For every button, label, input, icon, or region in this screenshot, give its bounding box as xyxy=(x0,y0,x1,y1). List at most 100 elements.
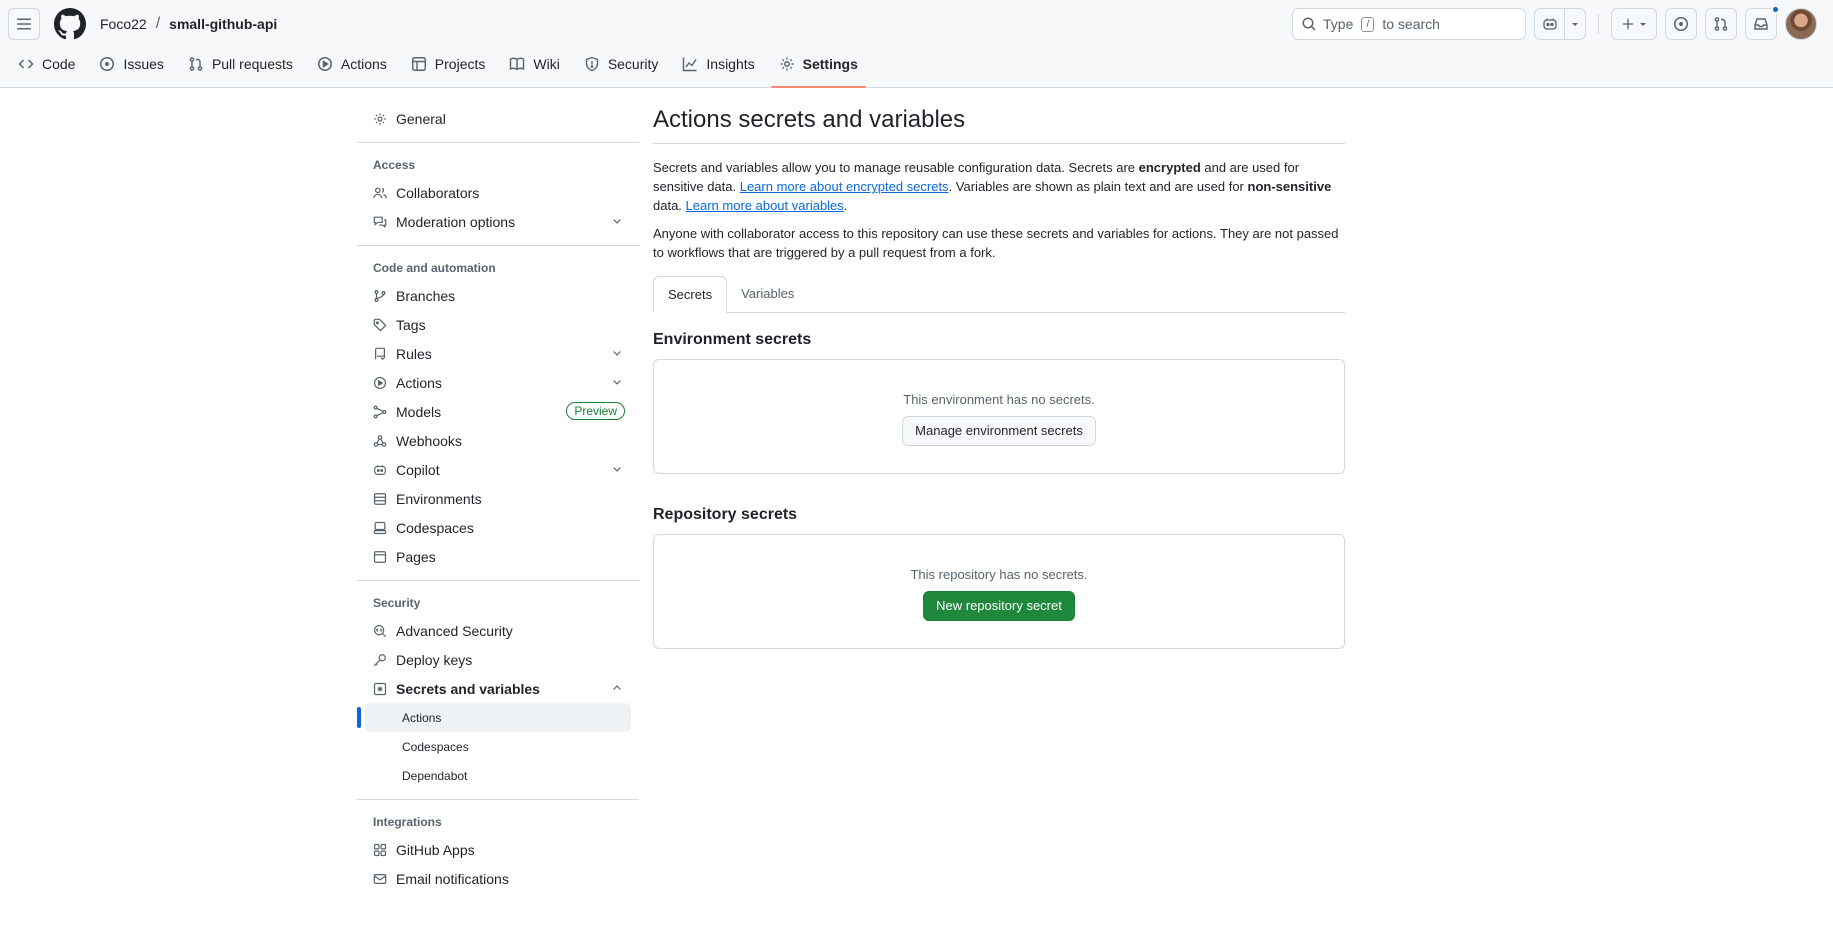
tag-icon xyxy=(373,318,387,332)
tab-issues[interactable]: Issues xyxy=(91,48,171,80)
triangle-down-icon xyxy=(1572,23,1578,26)
tab-settings[interactable]: Settings xyxy=(770,48,867,88)
chevron-up-icon xyxy=(613,685,621,690)
chevron-down-icon xyxy=(613,219,621,224)
git-branch-icon xyxy=(374,289,386,302)
tab-security[interactable]: Security xyxy=(576,48,667,80)
sidebar-item-general[interactable]: General xyxy=(357,104,639,133)
tab-actions-label: Actions xyxy=(340,56,387,72)
pull-requests-button[interactable] xyxy=(1705,8,1737,40)
sidebar-item-branches[interactable]: Branches xyxy=(357,281,639,310)
graph-icon xyxy=(683,57,697,72)
sidebar-subitem-actions[interactable]: Actions xyxy=(365,703,631,732)
sidebar-item-label: Email notifications xyxy=(396,870,509,887)
sidebar-item-label: Copilot xyxy=(396,461,440,478)
desc-text-3: . Variables are shown as plain text and … xyxy=(948,179,1248,194)
gear-icon xyxy=(374,112,386,125)
issues-button[interactable] xyxy=(1665,8,1697,40)
notifications-button[interactable] xyxy=(1745,5,1780,40)
tab-code[interactable]: Code xyxy=(10,48,83,80)
people-icon xyxy=(373,187,387,198)
sidebar-item-label: General xyxy=(396,110,446,127)
tab-issues-label: Issues xyxy=(123,56,164,72)
sidebar-item-webhooks[interactable]: Webhooks xyxy=(357,426,639,455)
sidebar-divider xyxy=(357,580,639,581)
triangle-down-icon xyxy=(1639,23,1646,26)
repo-nav-tabs: Code Issues Pull requests Actions Projec… xyxy=(0,48,1833,88)
sidebar-item-copilot[interactable]: Copilot xyxy=(357,455,639,484)
manage-environment-secrets-button[interactable]: Manage environment secrets xyxy=(902,415,1096,446)
create-new-button[interactable] xyxy=(1611,8,1657,40)
tab-settings-label: Settings xyxy=(802,56,858,72)
sidebar-item-rules[interactable]: Rules xyxy=(357,339,639,368)
tab-insights[interactable]: Insights xyxy=(674,48,762,80)
desc-text-4: data. xyxy=(653,198,686,213)
secrets-tabnav: Secrets Variables xyxy=(653,276,1345,313)
hamburger-icon xyxy=(17,18,31,30)
sidebar-item-label: Actions xyxy=(396,374,442,391)
main-content: Actions secrets and variables Secrets an… xyxy=(653,104,1345,649)
page-description: Secrets and variables allow you to manag… xyxy=(653,158,1345,262)
sidebar-item-moderation[interactable]: Moderation options xyxy=(357,207,639,236)
learn-encrypted-secrets-link[interactable]: Learn more about encrypted secrets xyxy=(740,179,949,194)
tab-security-label: Security xyxy=(607,56,659,72)
sidebar-item-label: Webhooks xyxy=(396,432,462,449)
tab-variables[interactable]: Variables xyxy=(727,275,808,312)
sidebar-item-codespaces[interactable]: Codespaces xyxy=(357,513,639,542)
copilot-button[interactable] xyxy=(1535,9,1565,39)
sidebar-subitem-dependabot[interactable]: Dependabot xyxy=(365,761,631,790)
copilot-dropdown-button[interactable] xyxy=(1565,9,1585,39)
sidebar-group-integrations: Integrations xyxy=(373,815,442,829)
desc-bold-non-sensitive: non-sensitive xyxy=(1247,179,1332,194)
sidebar-subitem-label: Actions xyxy=(402,710,442,725)
sidebar-item-label: Collaborators xyxy=(396,184,480,201)
sidebar-item-label: Rules xyxy=(396,345,432,362)
sidebar-item-email-notifications[interactable]: Email notifications xyxy=(357,864,639,893)
sidebar-item-secrets-and-variables[interactable]: Secrets and variables xyxy=(357,674,639,703)
search-input[interactable]: Type / to search xyxy=(1292,8,1526,40)
github-logo-icon[interactable] xyxy=(54,8,86,40)
sidebar-item-tags[interactable]: Tags xyxy=(357,310,639,339)
issue-opened-icon xyxy=(100,57,115,71)
sidebar-item-advanced-security[interactable]: Advanced Security xyxy=(357,616,639,645)
tab-actions[interactable]: Actions xyxy=(309,48,395,80)
key-asterisk-icon xyxy=(373,682,387,695)
tab-secrets[interactable]: Secrets xyxy=(653,276,728,313)
sidebar-item-environments[interactable]: Environments xyxy=(357,484,639,513)
inbox-icon xyxy=(1754,18,1768,30)
tab-wiki[interactable]: Wiki xyxy=(501,48,567,80)
settings-page: General Access Collaborators Moderation … xyxy=(0,88,1833,937)
desc-bold-encrypted: encrypted xyxy=(1138,160,1201,175)
environment-empty-message: This environment has no secrets. xyxy=(903,391,1095,407)
sidebar-item-models[interactable]: Models Preview xyxy=(357,397,639,426)
sidebar-item-deploy-keys[interactable]: Deploy keys xyxy=(357,645,639,674)
copilot-split-button[interactable] xyxy=(1534,8,1586,40)
description-paragraph-1: Secrets and variables allow you to manag… xyxy=(653,158,1345,215)
learn-variables-link[interactable]: Learn more about variables xyxy=(686,198,844,213)
git-pull-request-icon xyxy=(189,57,203,71)
desc-text-5: . xyxy=(843,198,848,213)
breadcrumb-owner[interactable]: Foco22 xyxy=(100,16,147,32)
sidebar-item-label: Secrets and variables xyxy=(396,680,540,697)
code-icon xyxy=(18,59,34,69)
issue-opened-icon xyxy=(1674,17,1688,31)
codescan-icon xyxy=(373,624,387,637)
header-actions: Type / to search xyxy=(1292,5,1817,40)
sidebar-item-collaborators[interactable]: Collaborators xyxy=(357,178,639,207)
sidebar-item-pages[interactable]: Pages xyxy=(357,542,639,571)
chevron-down-icon xyxy=(613,467,621,472)
tab-projects[interactable]: Projects xyxy=(403,48,494,80)
sidebar-subitem-codespaces[interactable]: Codespaces xyxy=(365,732,631,761)
sidebar-item-actions[interactable]: Actions xyxy=(357,368,639,397)
sidebar-item-github-apps[interactable]: GitHub Apps xyxy=(357,835,639,864)
breadcrumb-repo[interactable]: small-github-api xyxy=(169,16,277,32)
chevron-down-icon xyxy=(613,351,621,356)
sidebar-item-label: Tags xyxy=(396,316,426,333)
comment-discussion-icon xyxy=(373,216,387,228)
menu-button[interactable] xyxy=(8,8,40,40)
description-paragraph-2: Anyone with collaborator access to this … xyxy=(653,226,1339,260)
user-avatar[interactable] xyxy=(1785,8,1817,40)
tab-pull-requests[interactable]: Pull requests xyxy=(180,48,301,80)
ai-model-icon xyxy=(373,405,387,418)
new-repository-secret-button[interactable]: New repository secret xyxy=(923,590,1075,621)
